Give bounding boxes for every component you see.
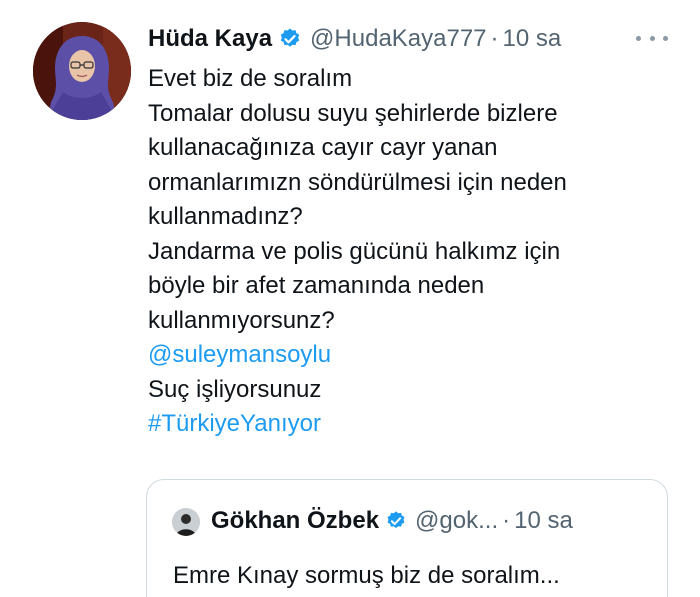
profile-photo-icon — [33, 22, 131, 120]
tweet-timestamp[interactable]: 10 sa — [503, 25, 562, 53]
separator-dot: · — [490, 25, 499, 52]
tweet-line: Tomalar dolusu suyu şehirlerde bizlere — [148, 99, 558, 127]
quote-author-handle[interactable]: @gok... — [415, 507, 498, 535]
tweet-line: ormanlarımızn söndürülmesi için neden — [148, 168, 567, 196]
tweet-text: Evet biz de soralım Tomalar dolusu suyu … — [148, 62, 668, 442]
quote-author-avatar[interactable] — [172, 508, 200, 536]
quote-header: Gökhan Özbek @gok... · 10 sa — [211, 504, 573, 538]
quoted-tweet[interactable]: Gökhan Özbek @gok... · 10 sa Emre Kınay … — [146, 479, 668, 597]
verified-badge-icon — [280, 28, 300, 47]
author-name[interactable]: Hüda Kaya — [148, 25, 272, 53]
author-handle[interactable]: @HudaKaya777 — [310, 25, 486, 53]
quote-timestamp[interactable]: 10 sa — [514, 507, 573, 535]
tweet-line: kullanmıyorsunz? — [148, 306, 335, 334]
separator-dot: · — [502, 507, 511, 534]
tweet-line: böyle bir afet zamanında neden — [148, 272, 485, 299]
verified-badge-icon — [387, 511, 405, 529]
tweet-line: kullanacağınıza cayır cayr yanan — [148, 134, 498, 161]
quote-author-name[interactable]: Gökhan Özbek — [211, 507, 379, 535]
mention-link[interactable]: @suleymansoylu — [148, 338, 668, 373]
tweet-line: Suç işliyorsunuz — [148, 375, 322, 403]
tweet-line: Evet biz de soralım — [148, 65, 353, 92]
tweet[interactable]: Hüda Kaya @HudaKaya777 · 10 sa Evet biz … — [0, 0, 700, 597]
author-avatar[interactable] — [33, 22, 131, 120]
quote-text: Emre Kınay sormuş biz de soralım... — [173, 562, 560, 589]
more-dots-icon[interactable] — [636, 28, 668, 48]
tweet-line: Jandarma ve polis gücünü halkımz için — [148, 237, 561, 265]
tweet-line: kullanmadınz? — [148, 203, 303, 230]
tweet-header: Hüda Kaya @HudaKaya777 · 10 sa — [148, 22, 561, 56]
profile-photo-icon — [172, 508, 200, 536]
hashtag-link[interactable]: #TürkiyeYanıyor — [148, 407, 668, 442]
